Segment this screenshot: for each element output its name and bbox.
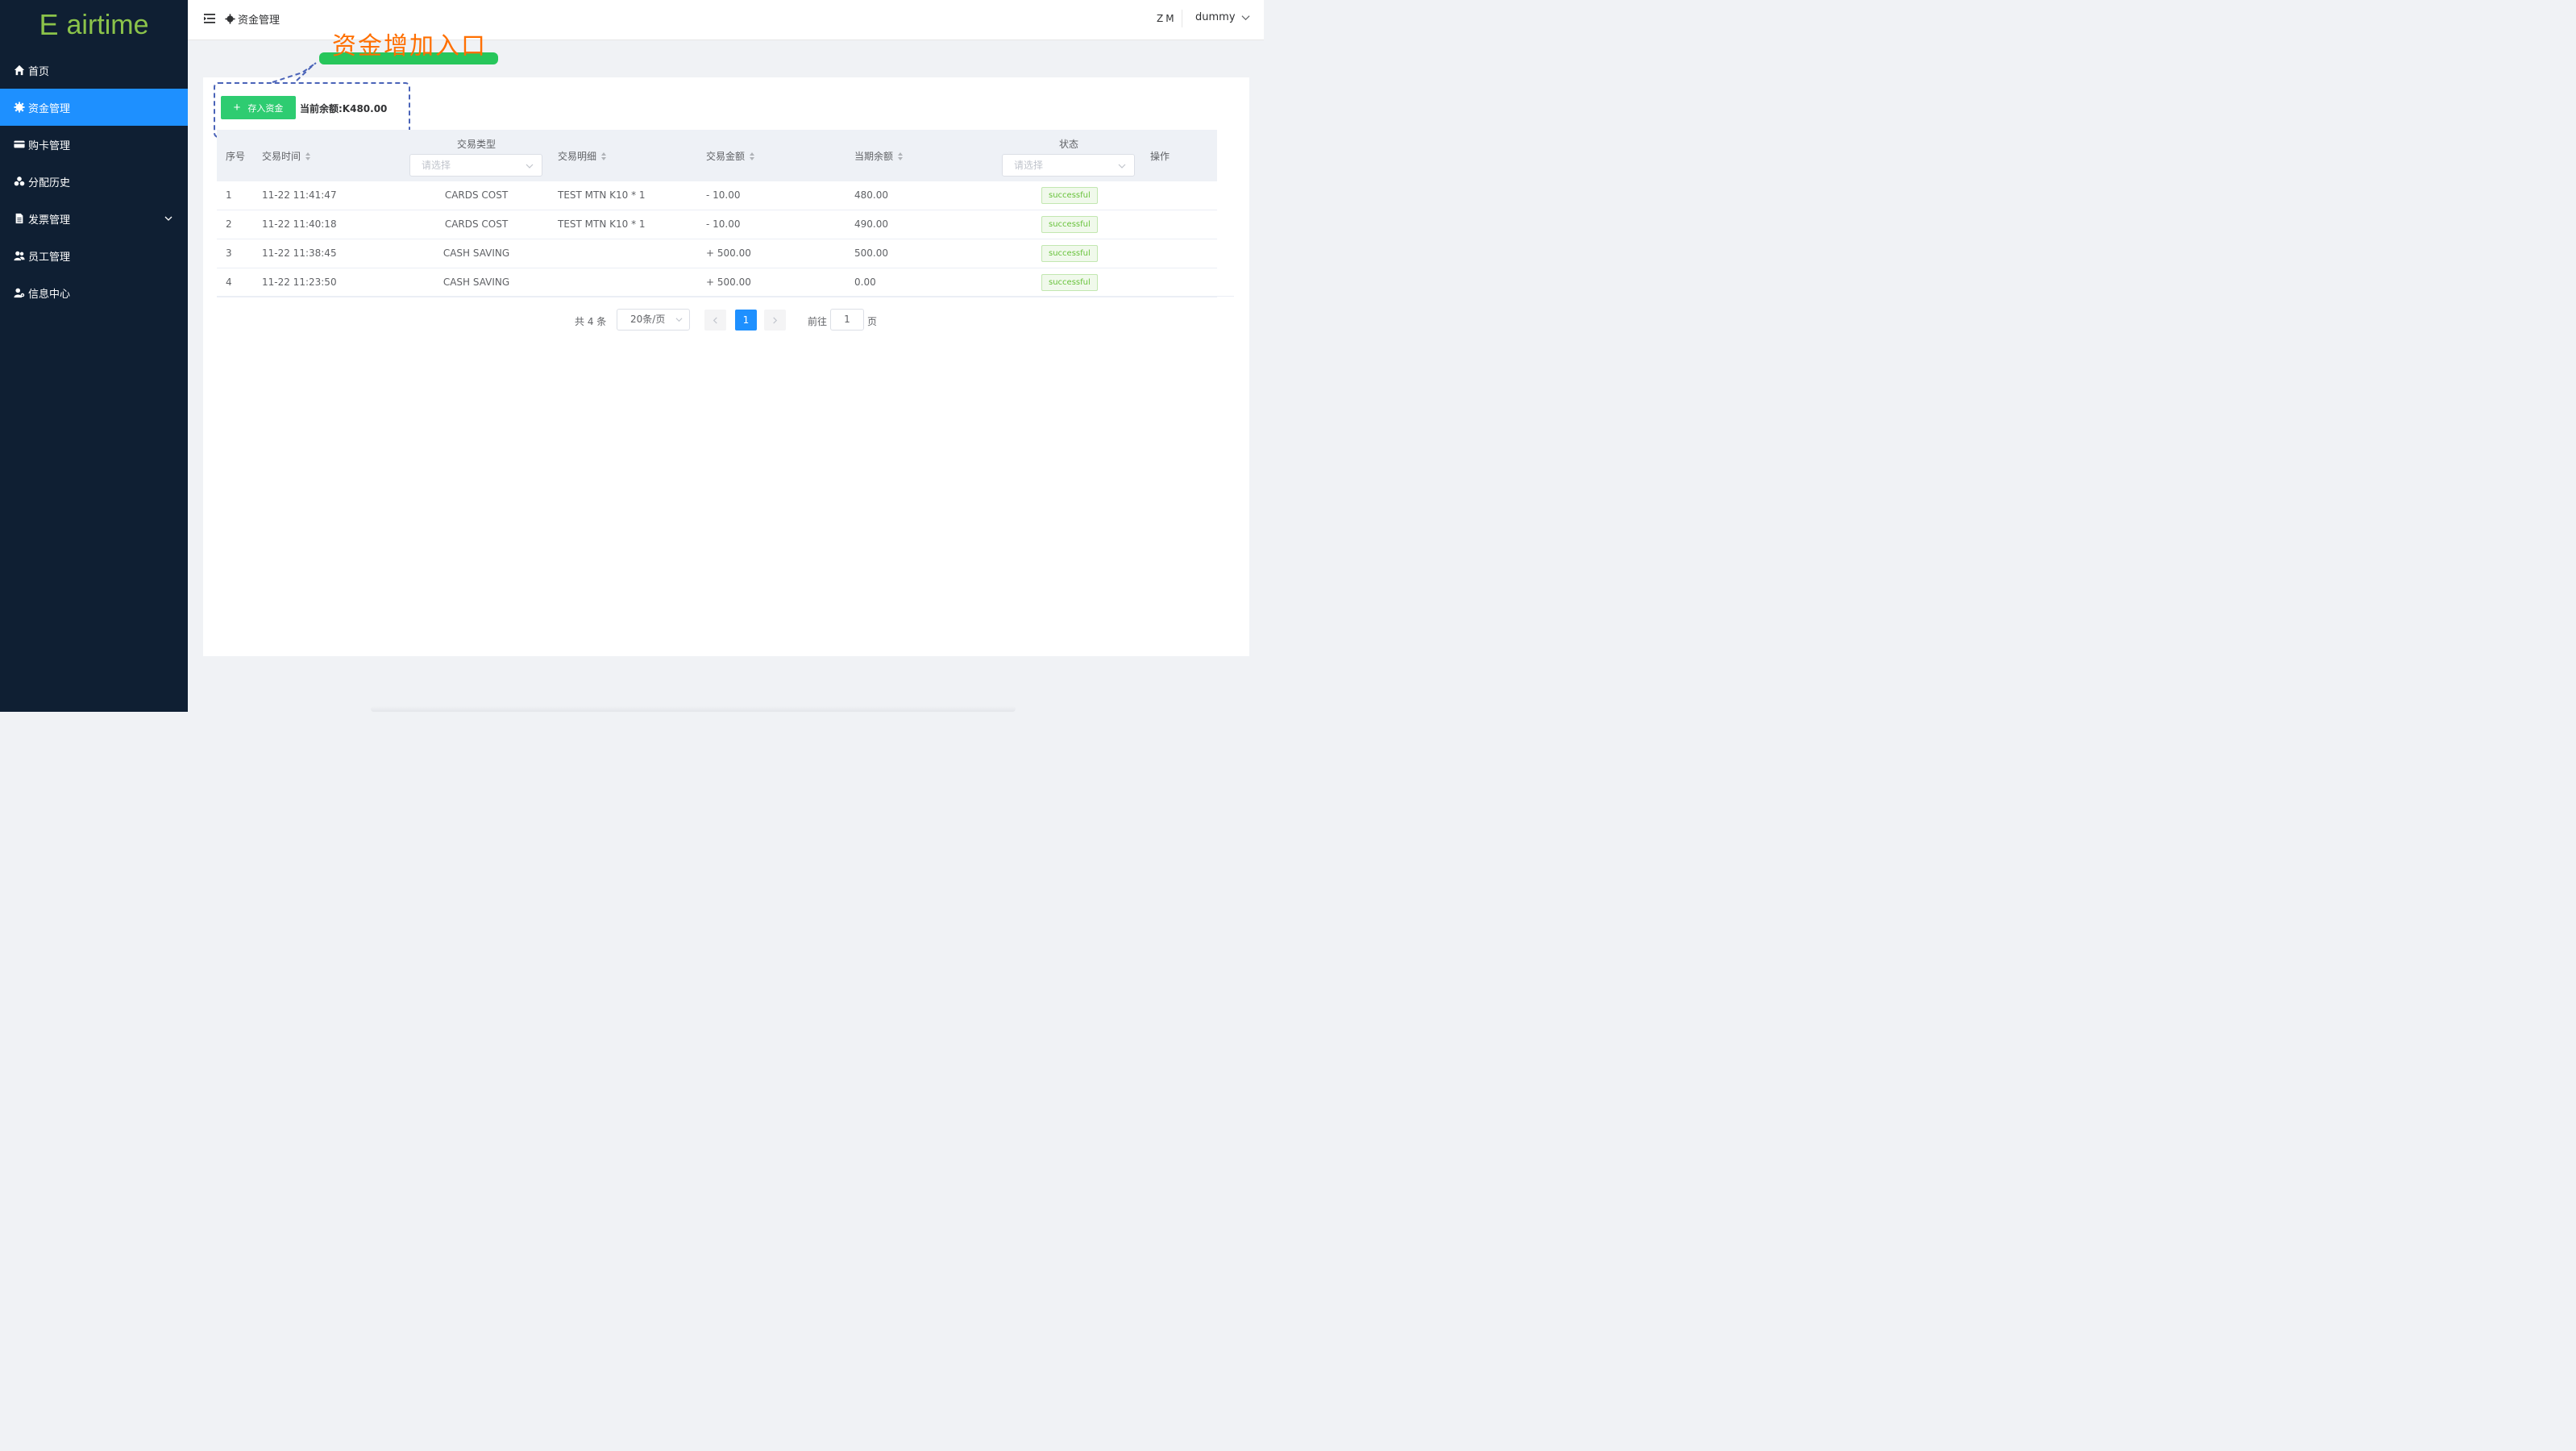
cell-time: 11-22 11:41:47 <box>262 189 337 201</box>
username: dummy <box>1195 11 1236 23</box>
prev-page-button[interactable] <box>704 310 726 331</box>
sidebar-item-allocation-history[interactable]: 分配历史 <box>0 163 188 200</box>
status-badge: successful <box>1041 274 1098 291</box>
chevron-right-icon <box>773 316 778 324</box>
pagination-total: 共 4 条 <box>575 316 607 327</box>
sort-icon[interactable] <box>305 152 311 160</box>
transactions-table: 序号 交易时间 交易类型 请选择 交易明细 交易金额 当期余额 状态 请选择 操… <box>217 130 1217 297</box>
cell-type: CASH SAVING <box>442 247 510 259</box>
cell-balance: 0.00 <box>854 276 876 288</box>
cell-type: CARDS COST <box>444 218 509 230</box>
cell-detail: TEST MTN K10 * 1 <box>558 218 646 230</box>
brand-logo[interactable]: E airtime <box>0 0 188 50</box>
status-badge: successful <box>1041 216 1098 233</box>
sidebar-item-label: 发票管理 <box>28 214 71 227</box>
sidebar-item-home[interactable]: 首页 <box>0 52 188 89</box>
goto-label: 前往 <box>808 316 828 327</box>
col-time[interactable]: 交易时间 <box>262 149 311 163</box>
cell-index: 1 <box>226 189 232 201</box>
language-switch[interactable]: ZM <box>1152 10 1182 27</box>
sidebar: E airtime 首页 资金管理 购卡管理 分配历史 发票管理 员工管理 信息… <box>0 0 188 712</box>
user-cog-icon <box>13 286 26 299</box>
file-icon <box>13 212 26 225</box>
annotation-label: 资金增加入口 <box>332 32 487 60</box>
col-amount[interactable]: 交易金额 <box>706 149 755 163</box>
table-header: 序号 交易时间 交易类型 请选择 交易明细 交易金额 当期余额 状态 请选择 操… <box>217 130 1217 181</box>
sidebar-item-funds[interactable]: 资金管理 <box>0 89 188 126</box>
sort-icon[interactable] <box>601 152 607 160</box>
chevron-down-icon <box>164 216 172 221</box>
cell-time: 11-22 11:40:18 <box>262 218 337 230</box>
cubes-icon <box>13 175 26 188</box>
sidebar-item-label: 购卡管理 <box>28 139 71 152</box>
status-badge: successful <box>1041 187 1098 204</box>
table-bottom-divider <box>217 296 1234 297</box>
chevron-down-icon <box>1118 164 1126 168</box>
cell-balance: 490.00 <box>854 218 888 230</box>
status-badge: successful <box>1041 245 1098 262</box>
sidebar-item-label: 员工管理 <box>28 251 71 264</box>
cell-amount: - 10.00 <box>706 218 741 230</box>
breadcrumb: 资金管理 <box>225 11 280 27</box>
user-menu[interactable]: dummy <box>1195 11 1250 23</box>
bottom-shadow <box>371 706 1016 712</box>
sidebar-item-label: 分配历史 <box>28 177 71 189</box>
col-action: 操作 <box>1150 151 1170 162</box>
col-type: 交易类型 请选择 <box>409 137 543 177</box>
next-page-button[interactable] <box>764 310 786 331</box>
cell-amount: + 500.00 <box>706 276 751 288</box>
gear-icon <box>13 101 26 114</box>
sort-icon[interactable] <box>898 152 904 160</box>
sidebar-item-label: 资金管理 <box>28 102 71 115</box>
cell-index: 3 <box>226 247 232 259</box>
home-icon <box>13 64 26 77</box>
sidebar-item-card-purchase[interactable]: 购卡管理 <box>0 126 188 163</box>
cell-time: 11-22 11:23:50 <box>262 276 337 288</box>
page-number-current[interactable]: 1 <box>735 310 757 331</box>
annotation-arrow <box>272 62 317 83</box>
cell-balance: 480.00 <box>854 189 888 201</box>
chevron-down-icon <box>526 164 534 168</box>
sidebar-item-label: 信息中心 <box>28 288 71 301</box>
col-detail[interactable]: 交易明细 <box>558 149 607 163</box>
goto-page-input[interactable]: 1 <box>830 309 864 331</box>
cell-index: 4 <box>226 276 232 288</box>
breadcrumb-label: 资金管理 <box>238 15 280 27</box>
cell-detail: TEST MTN K10 * 1 <box>558 189 646 201</box>
sidebar-item-label: 首页 <box>28 65 50 78</box>
sidebar-item-staff[interactable]: 员工管理 <box>0 237 188 274</box>
chevron-down-icon <box>1241 15 1250 21</box>
cell-time: 11-22 11:38:45 <box>262 247 337 259</box>
sidebar-item-info-center[interactable]: 信息中心 <box>0 274 188 311</box>
table-row: 3 11-22 11:38:45 CASH SAVING + 500.00 50… <box>217 239 1217 268</box>
cell-type: CASH SAVING <box>442 276 510 288</box>
table-row: 2 11-22 11:40:18 CARDS COST TEST MTN K10… <box>217 210 1217 239</box>
table-row: 4 11-22 11:23:50 CASH SAVING + 500.00 0.… <box>217 268 1217 297</box>
cell-amount: + 500.00 <box>706 247 751 259</box>
col-status: 状态 请选择 <box>1002 137 1136 177</box>
sidebar-item-invoice[interactable]: 发票管理 <box>0 200 188 237</box>
chevron-down-icon <box>675 318 683 322</box>
sidebar-menu: 首页 资金管理 购卡管理 分配历史 发票管理 员工管理 信息中心 <box>0 52 188 311</box>
users-icon <box>13 249 26 262</box>
brand-name: airtime <box>66 9 149 40</box>
cell-amount: - 10.00 <box>706 189 741 201</box>
cell-balance: 500.00 <box>854 247 888 259</box>
page-size-select[interactable]: 20条/页 <box>617 309 690 331</box>
col-index: 序号 <box>226 151 246 162</box>
gear-icon <box>225 14 235 24</box>
chevron-left-icon <box>713 316 717 324</box>
menu-toggle-icon[interactable] <box>204 13 217 24</box>
table-row: 1 11-22 11:41:47 CARDS COST TEST MTN K10… <box>217 181 1217 210</box>
cell-type: CARDS COST <box>444 189 509 201</box>
type-filter-select[interactable]: 请选择 <box>409 154 542 177</box>
status-filter-select[interactable]: 请选择 <box>1002 154 1135 177</box>
brand-letter: E <box>39 8 59 41</box>
sort-icon[interactable] <box>750 152 755 160</box>
cell-index: 2 <box>226 218 232 230</box>
credit-card-icon <box>13 138 26 151</box>
col-balance[interactable]: 当期余额 <box>854 149 904 163</box>
page-suffix: 页 <box>867 316 878 327</box>
